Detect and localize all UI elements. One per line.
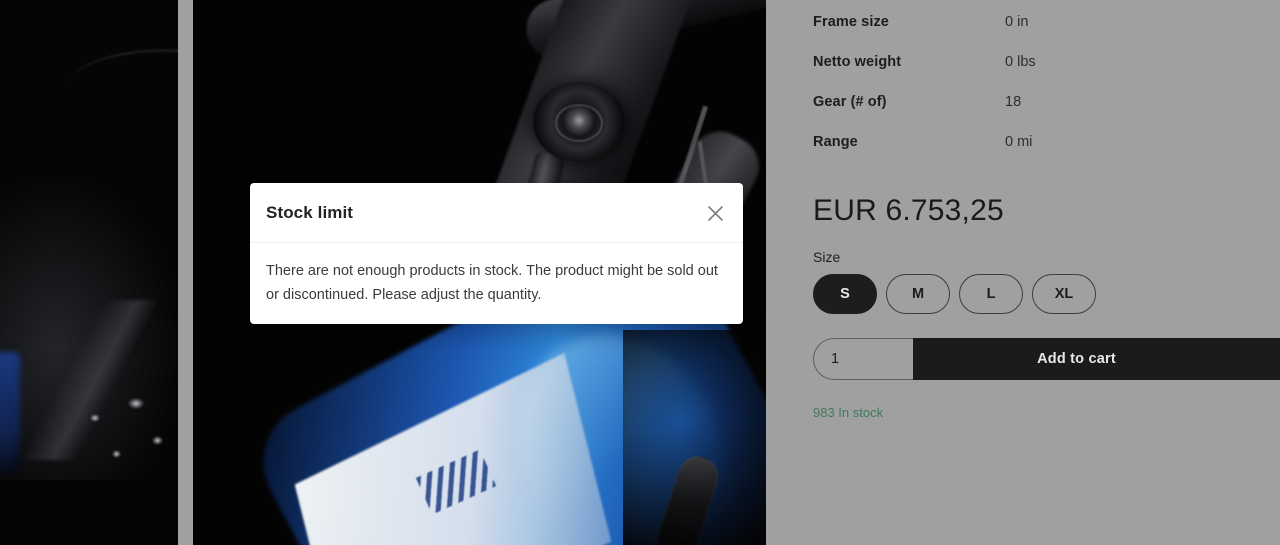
image-specular-spot [90, 414, 100, 422]
spec-value: 0 in [1005, 14, 1029, 30]
stock-limit-dialog: Stock limit There are not enough product… [250, 183, 743, 324]
spec-label: Frame size [813, 14, 889, 30]
table-row: Frame size 0 in [813, 14, 1253, 54]
product-spec-table: Frame size 0 in Netto weight 0 lbs Gear … [813, 14, 1253, 174]
spec-label: Gear (# of) [813, 94, 887, 110]
product-details-panel: Frame size 0 in Netto weight 0 lbs Gear … [766, 0, 1280, 545]
quantity-input[interactable] [813, 338, 913, 380]
table-row: Range 0 mi [813, 134, 1253, 174]
spec-value: 18 [1005, 94, 1022, 110]
image-arc-highlight [70, 50, 178, 120]
product-gallery-secondary-image[interactable] [0, 0, 178, 545]
size-option-s[interactable]: S [813, 274, 877, 314]
image-streak [0, 300, 178, 460]
stock-status: 983 In stock [813, 405, 884, 420]
product-page: Frame size 0 in Netto weight 0 lbs Gear … [0, 0, 1280, 545]
product-price: EUR 6.753,25 [813, 194, 1004, 227]
gallery-divider [178, 0, 193, 545]
spec-value: 0 mi [1005, 134, 1033, 150]
dialog-message: There are not enough products in stock. … [266, 263, 718, 303]
add-to-cart-button[interactable]: Add to cart [913, 338, 1280, 380]
size-selector: S M L XL [813, 274, 1096, 314]
dialog-header: Stock limit [250, 183, 743, 243]
close-icon[interactable] [701, 199, 729, 227]
image-blue-accent [0, 352, 20, 472]
image-specular-spot [128, 398, 144, 409]
spec-label: Netto weight [813, 54, 902, 70]
size-option-m[interactable]: M [886, 274, 950, 314]
bike-headset-ring [555, 104, 603, 142]
purchase-controls: Add to cart [813, 338, 1280, 380]
image-specular-spot [152, 436, 163, 445]
image-vignette [623, 330, 766, 545]
table-row: Netto weight 0 lbs [813, 54, 1253, 94]
spec-label: Range [813, 134, 858, 150]
dialog-title: Stock limit [266, 202, 354, 222]
size-option-xl[interactable]: XL [1032, 274, 1096, 314]
table-row: Gear (# of) 18 [813, 94, 1253, 134]
spec-value: 0 lbs [1005, 54, 1036, 70]
size-option-l[interactable]: L [959, 274, 1023, 314]
image-specular-spot [112, 450, 121, 458]
size-selector-label: Size [813, 249, 841, 265]
